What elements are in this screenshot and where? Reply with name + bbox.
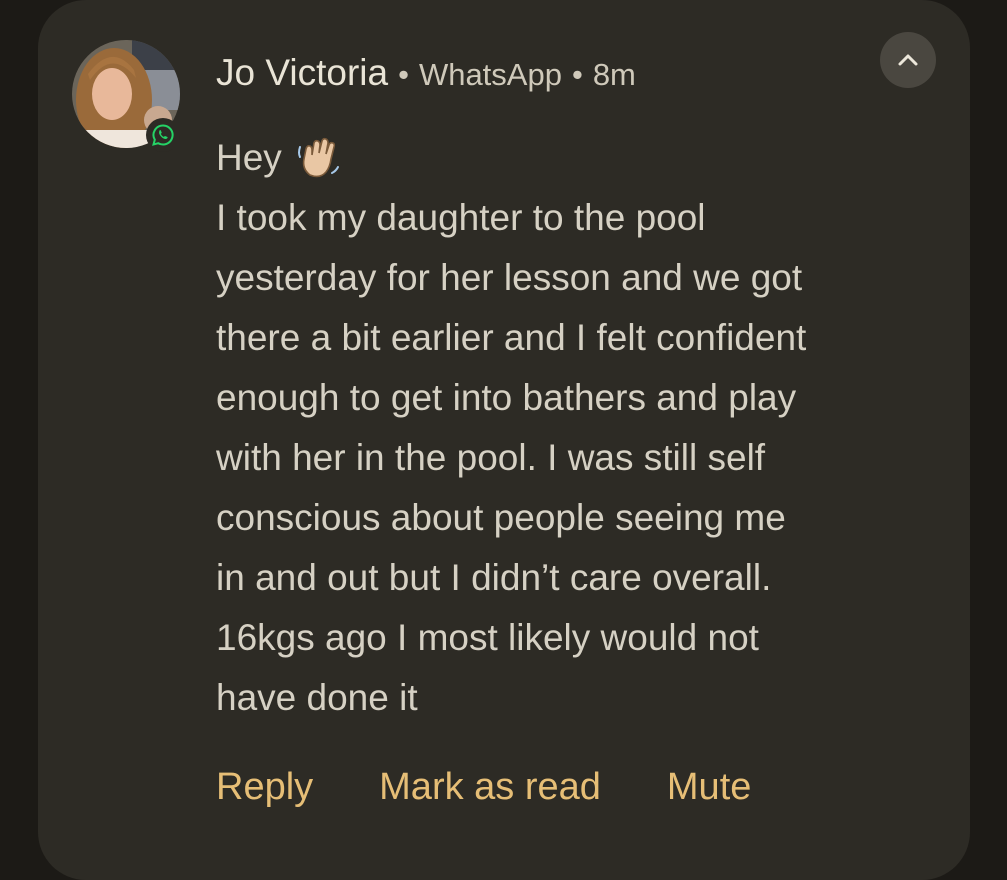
chevron-up-icon [898,54,918,66]
mute-button[interactable]: Mute [667,766,751,809]
message-line: conscious about people seeing me [216,497,786,538]
whatsapp-icon [152,124,174,146]
reply-button[interactable]: Reply [216,766,313,809]
collapse-button[interactable] [880,32,936,88]
sender-name: Jo Victoria [216,52,389,93]
message-line: yesterday for her lesson and we got [216,257,803,298]
notification-actions: Reply Mark as read Mute [216,766,751,809]
app-name: WhatsApp [418,57,562,92]
message-body: Hey I took my daughter to the pool yeste… [216,128,946,728]
waving-hand-emoji [296,135,342,181]
message-line: enough to get into bathers and play [216,377,797,418]
message-line: I took my daughter to the pool [216,197,706,238]
message-line: have done it [216,677,418,718]
separator-dot: • [571,57,583,92]
contact-avatar-container [72,40,180,152]
notification-header: Jo Victoria • WhatsApp • 8m [216,52,636,94]
greeting-text: Hey [216,137,282,178]
mark-as-read-button[interactable]: Mark as read [379,766,601,809]
separator-dot: • [398,57,409,92]
message-line: 16kgs ago I most likely would not [216,617,759,658]
message-line: there a bit earlier and I felt confident [216,317,807,358]
whatsapp-badge [146,118,180,152]
message-line: with her in the pool. I was still self [216,437,766,478]
timestamp: 8m [592,57,636,92]
message-line: in and out but I didn’t care overall. [216,557,772,598]
greeting-line: Hey [216,128,946,188]
